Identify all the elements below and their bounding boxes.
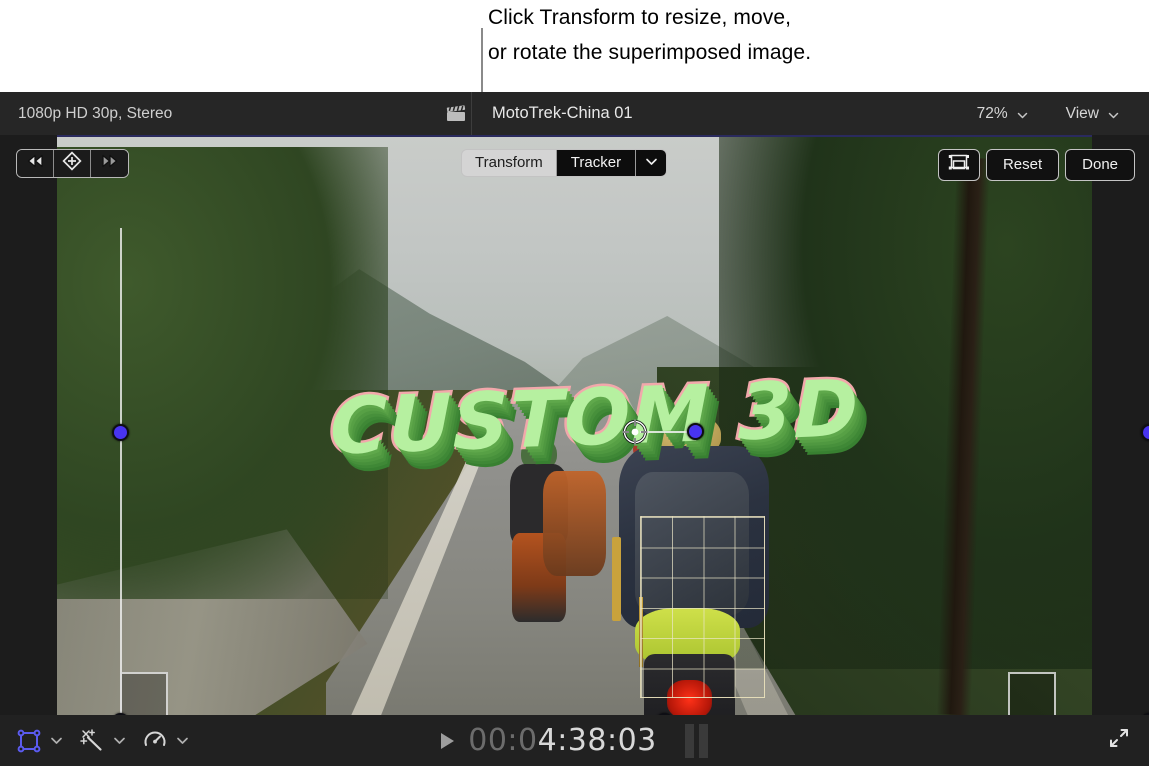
callout-annotation: Click Transform to resize, move, or rota… [488, 0, 1008, 70]
zoom-level-menu[interactable]: 72% [969, 105, 1036, 123]
mode-switch[interactable]: Transform Tracker [461, 149, 668, 177]
tracker-mode-label: Tracker [570, 154, 622, 171]
tracker-mode-button[interactable]: Tracker [555, 150, 637, 176]
tracker-region-box[interactable] [640, 516, 765, 698]
viewer-action-buttons[interactable]: Reset Done [937, 149, 1135, 181]
viewer-bottom-bar: 00:04:38:03 [0, 715, 1149, 766]
done-button[interactable]: Done [1065, 149, 1135, 181]
mode-switch-menu-button[interactable] [636, 150, 667, 176]
chevron-down-icon [645, 155, 658, 172]
previous-keyframe-button[interactable] [17, 150, 54, 177]
viewer-top-border [57, 135, 1092, 137]
rotation-handle-icon[interactable] [687, 423, 704, 440]
reset-button-label: Reset [1002, 156, 1043, 173]
playhead-timecode-group: 00:04:38:03 [0, 723, 1149, 758]
timecode-display[interactable]: 00:04:38:03 [468, 723, 657, 758]
viewer-header-bar: 1080p HD 30p, Stereo MotoTrek-China 01 7… [0, 92, 1149, 135]
transform-mode-label: Transform [475, 154, 543, 171]
keyframe-controls[interactable] [16, 149, 129, 178]
view-menu-label: View [1065, 104, 1099, 122]
next-keyframe-button[interactable] [91, 150, 128, 177]
fullscreen-button[interactable] [1107, 726, 1131, 755]
chevron-down-icon [1108, 108, 1119, 119]
expand-arrows-icon [1107, 726, 1131, 755]
transform-frame-button[interactable] [937, 149, 980, 181]
screenshot-root: Click Transform to resize, move, or rota… [0, 0, 1149, 766]
reset-button[interactable]: Reset [985, 149, 1060, 181]
custom-3d-title[interactable]: CUSTOM 3D [328, 362, 930, 493]
trees-left [57, 146, 389, 599]
handle-middle-right[interactable] [1141, 424, 1149, 441]
format-info: 1080p HD 30p, Stereo [18, 104, 173, 122]
zoom-level-value: 72% [976, 104, 1008, 122]
pause-bars-icon [684, 723, 708, 758]
transform-frame-icon [948, 154, 970, 176]
transform-mode-button[interactable]: Transform [462, 150, 556, 176]
callout-line-1: Click Transform to resize, move, [488, 6, 792, 29]
clapperboard-icon [441, 105, 471, 122]
timecode-bright-part: 4:38:03 [537, 723, 657, 758]
add-keyframe-button[interactable] [54, 150, 91, 177]
done-button-label: Done [1082, 156, 1118, 173]
handle-middle-left[interactable] [112, 424, 129, 441]
view-menu[interactable]: View [1058, 105, 1127, 123]
callout-line-2: or rotate the superimposed image. [488, 41, 812, 64]
project-title: MotoTrek-China 01 [492, 104, 633, 122]
play-triangle-icon[interactable] [441, 732, 455, 749]
chevron-down-icon [1017, 108, 1028, 119]
add-keyframe-diamond-icon [62, 151, 82, 176]
viewer-window: 1080p HD 30p, Stereo MotoTrek-China 01 7… [0, 92, 1149, 766]
previous-keyframe-icon [26, 154, 45, 173]
next-keyframe-icon [100, 154, 119, 173]
timecode-dim-part: 00:0 [468, 723, 538, 758]
